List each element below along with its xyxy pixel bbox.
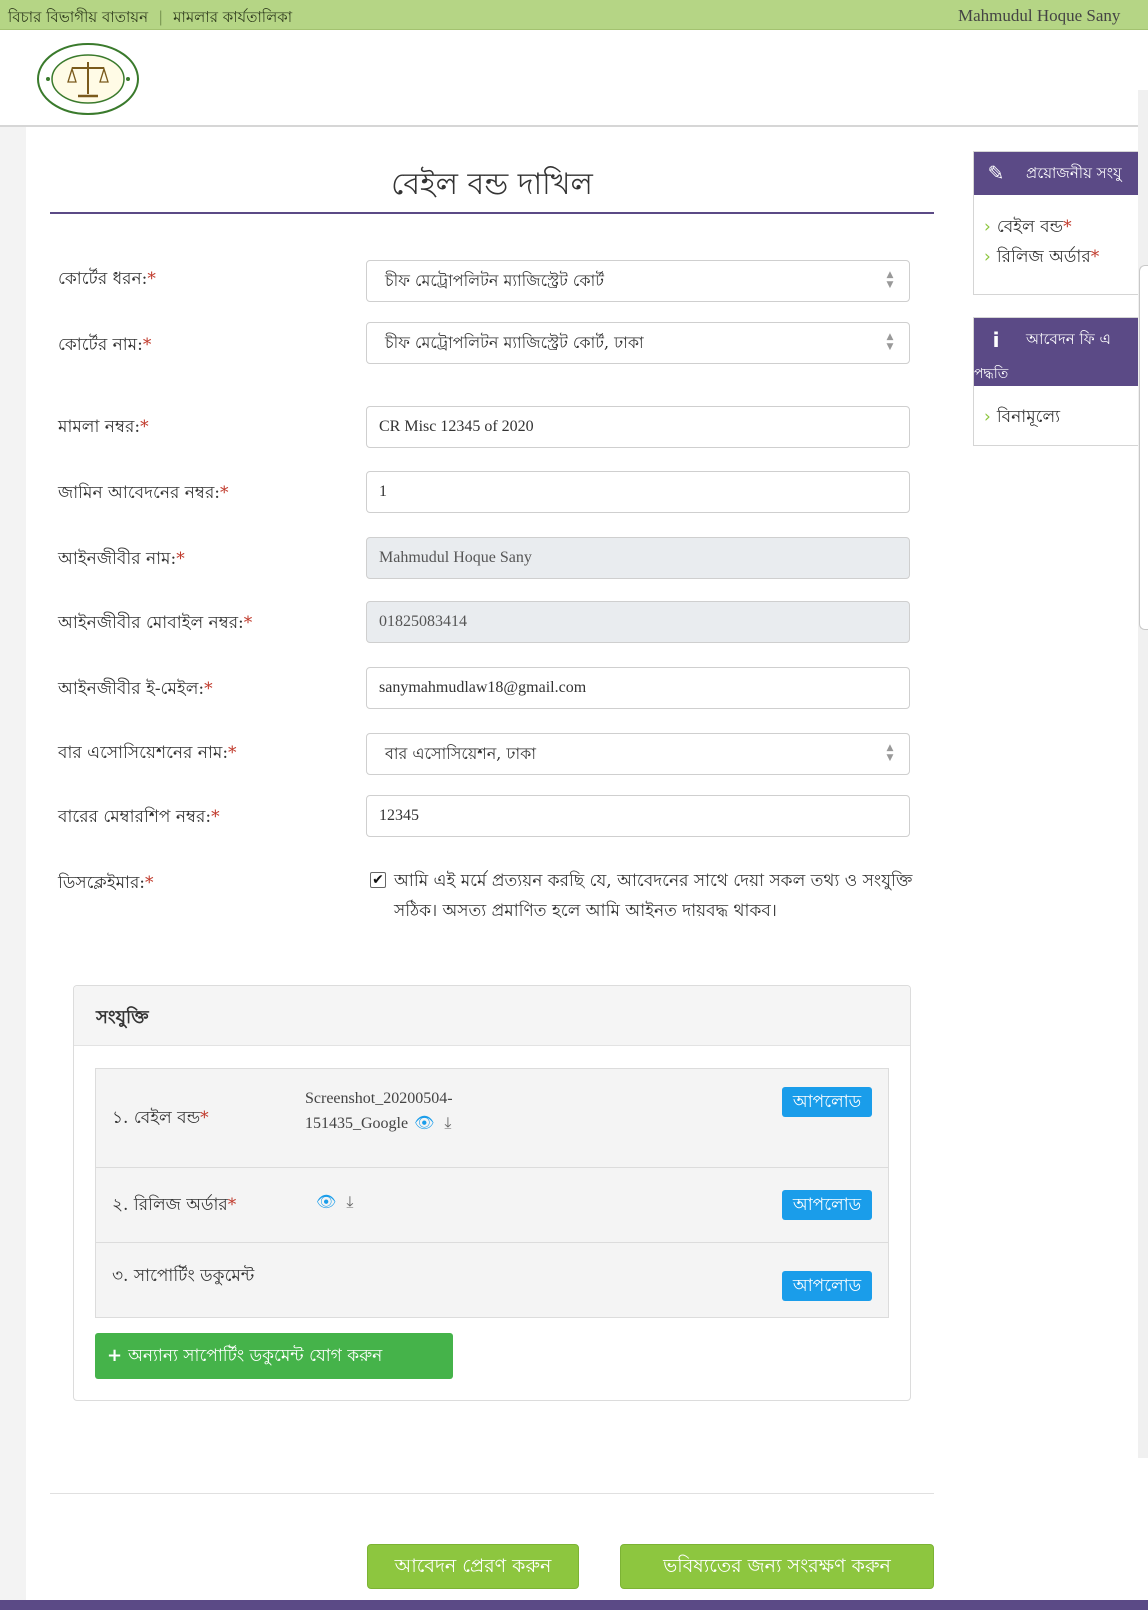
header-divider	[0, 125, 1148, 127]
attachment-row-supporting-document: ৩. সাপোর্টিং ডকুমেন্ট আপলোড	[96, 1243, 888, 1317]
lawyer-name-input: Mahmudul Hoque Sany	[366, 537, 910, 579]
attachment-name: ১. বেইল বন্ড*	[112, 1108, 209, 1128]
attachment-row-release-order: ২. রিলিজ অর্ডার* 👁 ⤓ আপলোড	[96, 1168, 888, 1243]
user-name[interactable]: Mahmudul Hoque Sany	[958, 6, 1120, 26]
download-icon[interactable]: ⤓	[346, 1190, 353, 1214]
upload-button[interactable]: আপলোড	[782, 1087, 872, 1117]
disclaimer-checkbox[interactable]: ✔	[370, 872, 386, 888]
supreme-court-seal-icon	[37, 43, 139, 115]
attachments-panel-header: সংযুক্তি	[74, 986, 910, 1046]
add-supporting-document-label: অন্যান্য সাপোর্টিং ডকুমেন্ট যোগ করুন	[128, 1346, 383, 1366]
court-type-label: কোর্টের ধরন:*	[58, 269, 156, 289]
page-title: বেইল বন্ড দাখিল	[391, 167, 593, 202]
lawyer-mobile-input: 01825083414	[366, 601, 910, 643]
chevron-right-icon: ›	[984, 247, 991, 267]
bar-association-select[interactable]: বার এসোসিয়েশন, ঢাকা ▲ ▼	[366, 733, 910, 775]
bail-application-number-label: জামিন আবেদনের নম্বর:*	[58, 483, 229, 503]
supreme-court-logo[interactable]	[36, 42, 140, 116]
paperclip-icon: ✎	[987, 161, 1005, 185]
required-documents-header: ✎ প্রয়োজনীয় সংযু	[974, 152, 1147, 195]
select-arrows-icon: ▲ ▼	[886, 743, 894, 763]
required-documents-box: ✎ প্রয়োজনীয় সংযু › বেইল বন্ড* › রিলিজ অর…	[973, 151, 1148, 295]
scrollbar-thumb[interactable]	[1139, 265, 1148, 630]
case-number-input[interactable]: CR Misc 12345 of 2020	[366, 406, 910, 448]
fee-info-item[interactable]: › বিনামূল্যে	[984, 404, 1060, 432]
attachment-file-info: Screenshot_20200504- 151435_Google 👁 ⤓	[305, 1087, 453, 1136]
disclaimer-text: আমি এই মর্মে প্রত্যয়ন করছি যে, আবেদনের …	[394, 871, 913, 921]
info-icon: i	[992, 328, 1000, 352]
court-name-label: কোর্টের নাম:*	[58, 335, 152, 355]
attachment-row-bail-bond: ১. বেইল বন্ড* Screenshot_20200504- 15143…	[96, 1069, 888, 1168]
court-type-select[interactable]: চীফ মেট্রোপলিটন ম্যাজিস্ট্রেট কোর্ট ▲ ▼	[366, 260, 910, 302]
nav-link-portal[interactable]: বিচার বিভাগীয় বাতায়ন	[8, 8, 148, 26]
upload-button[interactable]: আপলোড	[782, 1190, 872, 1220]
nav-link-cause-list[interactable]: মামলার কার্যতালিকা	[173, 8, 292, 26]
lawyer-mobile-label: আইনজীবীর মোবাইল নম্বর:*	[58, 613, 253, 633]
nav-separator: |	[158, 8, 164, 26]
select-arrows-icon: ▲ ▼	[886, 270, 894, 290]
eye-icon[interactable]: 👁	[316, 1190, 336, 1214]
submit-application-button[interactable]: আবেদন প্রেরণ করুন	[367, 1544, 579, 1589]
bar-association-label: বার এসোসিয়েশনের নাম:*	[58, 743, 237, 763]
chevron-right-icon: ›	[984, 407, 991, 427]
court-name-select[interactable]: চীফ মেট্রোপলিটন ম্যাজিস্ট্রেট কোর্ট, ঢাক…	[366, 322, 910, 364]
add-supporting-document-button[interactable]: + অন্যান্য সাপোর্টিং ডকুমেন্ট যোগ করুন	[95, 1333, 453, 1379]
attachment-name: ২. রিলিজ অর্ডার*	[112, 1195, 237, 1215]
case-number-label: মামলা নম্বর:*	[58, 417, 149, 437]
top-nav-bar: বিচার বিভাগীয় বাতায়ন | মামলার কার্যতালিক…	[0, 0, 1148, 30]
footer-divider	[50, 1493, 934, 1494]
plus-icon: +	[107, 1345, 123, 1366]
attachment-file-actions: 👁 ⤓	[310, 1190, 353, 1215]
download-icon[interactable]: ⤓	[444, 1111, 451, 1135]
court-type-value: চীফ মেট্রোপলিটন ম্যাজিস্ট্রেট কোর্ট	[385, 271, 604, 290]
fee-info-title-line1: আবেদন ফি এ	[1026, 330, 1111, 348]
attachments-table: ১. বেইল বন্ড* Screenshot_20200504- 15143…	[95, 1068, 889, 1318]
court-name-value: চীফ মেট্রোপলিটন ম্যাজিস্ট্রেট কোর্ট, ঢাক…	[385, 333, 644, 352]
left-gutter	[0, 127, 26, 1610]
lawyer-email-input[interactable]: sanymahmudlaw18@gmail.com	[366, 667, 910, 709]
save-for-later-button[interactable]: ভবিষ্যতের জন্য সংরক্ষণ করুন	[620, 1544, 934, 1589]
chevron-right-icon: ›	[984, 217, 991, 237]
disclaimer-label: ডিসক্লেইমার:*	[58, 873, 154, 893]
bottom-bar	[0, 1600, 1148, 1610]
title-underline	[50, 212, 934, 214]
bail-application-number-input[interactable]: 1	[366, 471, 910, 513]
eye-icon[interactable]: 👁	[414, 1111, 434, 1135]
attachment-name: ৩. সাপোর্টিং ডকুমেন্ট	[112, 1266, 255, 1286]
lawyer-name-label: আইনজীবীর নাম:*	[58, 549, 185, 569]
top-nav-links: বিচার বিভাগীয় বাতায়ন | মামলার কার্যতালিক…	[8, 6, 292, 31]
select-arrows-icon: ▲ ▼	[886, 332, 894, 352]
attachment-filename-line1: Screenshot_20200504-	[305, 1090, 453, 1107]
required-documents-title: প্রয়োজনীয় সংযু	[1026, 164, 1122, 182]
fee-info-header: i আবেদন ফি এ পদ্ধতি	[974, 318, 1147, 386]
attachments-title: সংযুক্তি	[96, 1007, 149, 1028]
lawyer-email-label: আইনজীবীর ই-মেইল:*	[58, 679, 213, 699]
upload-button[interactable]: আপলোড	[782, 1271, 872, 1301]
required-document-item[interactable]: › বেইল বন্ড*	[984, 214, 1072, 242]
required-document-item[interactable]: › রিলিজ অর্ডার*	[984, 244, 1099, 272]
bar-membership-label: বারের মেম্বারশিপ নম্বর:*	[58, 807, 220, 827]
bar-membership-input[interactable]: 12345	[366, 795, 910, 837]
fee-info-title-line2: পদ্ধতি	[974, 366, 1009, 382]
attachment-filename-line2: 151435_Google	[305, 1115, 409, 1132]
fee-info-box: i আবেদন ফি এ পদ্ধতি › বিনামূল্যে	[973, 317, 1148, 446]
bar-association-value: বার এসোসিয়েশন, ঢাকা	[385, 744, 536, 763]
